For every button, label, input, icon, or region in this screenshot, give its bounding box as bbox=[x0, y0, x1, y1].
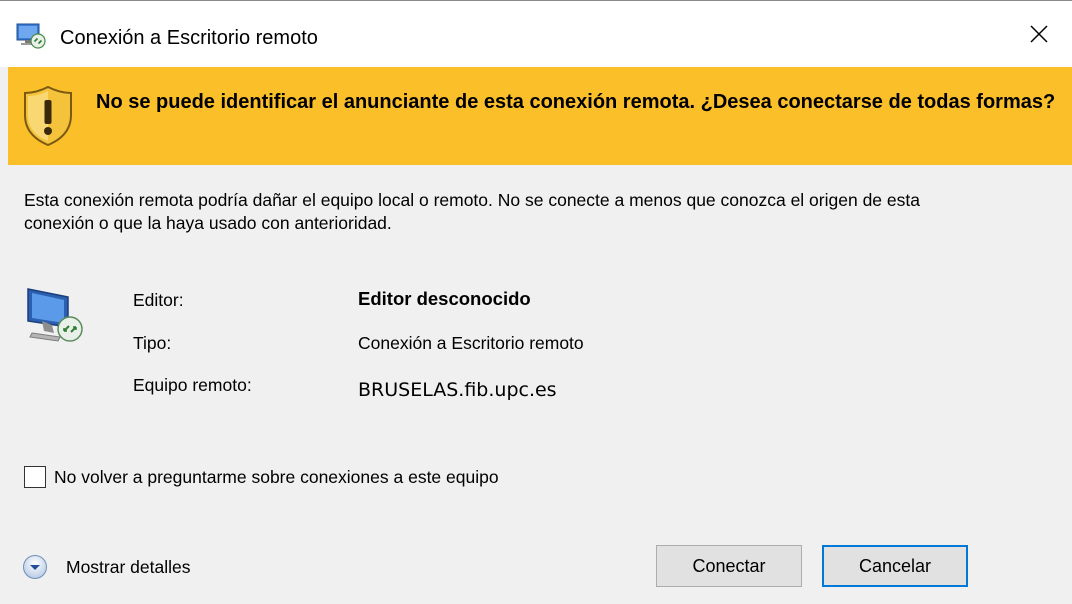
remote-computer-icon bbox=[27, 288, 83, 342]
warning-shield-icon bbox=[24, 85, 72, 147]
remote-computer-value: BRUSELAS.fib.upc.es bbox=[358, 379, 557, 401]
cancel-button[interactable]: Cancelar bbox=[822, 545, 968, 587]
dont-ask-option[interactable]: No volver a preguntarme sobre conexiones… bbox=[24, 464, 499, 490]
chevron-down-circle-icon bbox=[23, 555, 47, 579]
title-bar: Conexión a Escritorio remoto bbox=[0, 1, 1072, 67]
remote-computer-label: Equipo remoto: bbox=[133, 375, 252, 395]
close-icon bbox=[1030, 25, 1048, 43]
type-label: Tipo: bbox=[133, 333, 172, 353]
dont-ask-label: No volver a preguntarme sobre conexiones… bbox=[54, 466, 499, 487]
warning-banner: No se puede identificar el anunciante de… bbox=[8, 67, 1072, 165]
rdp-security-dialog: Conexión a Escritorio remoto No se puede… bbox=[0, 0, 1072, 604]
type-value: Conexión a Escritorio remoto bbox=[358, 333, 584, 353]
warning-message: No se puede identificar el anunciante de… bbox=[96, 91, 1056, 113]
connect-button[interactable]: Conectar bbox=[656, 545, 802, 587]
editor-value: Editor desconocido bbox=[358, 288, 531, 309]
dont-ask-checkbox[interactable] bbox=[24, 466, 46, 488]
editor-label: Editor: bbox=[133, 290, 184, 310]
close-button[interactable] bbox=[1006, 1, 1072, 67]
remote-desktop-icon bbox=[16, 23, 46, 49]
description-text: Esta conexión remota podría dañar el equ… bbox=[24, 190, 920, 233]
show-details-label: Mostrar detalles bbox=[66, 556, 191, 577]
show-details-toggle[interactable]: Mostrar detalles bbox=[22, 553, 191, 581]
window-title: Conexión a Escritorio remoto bbox=[60, 27, 318, 49]
